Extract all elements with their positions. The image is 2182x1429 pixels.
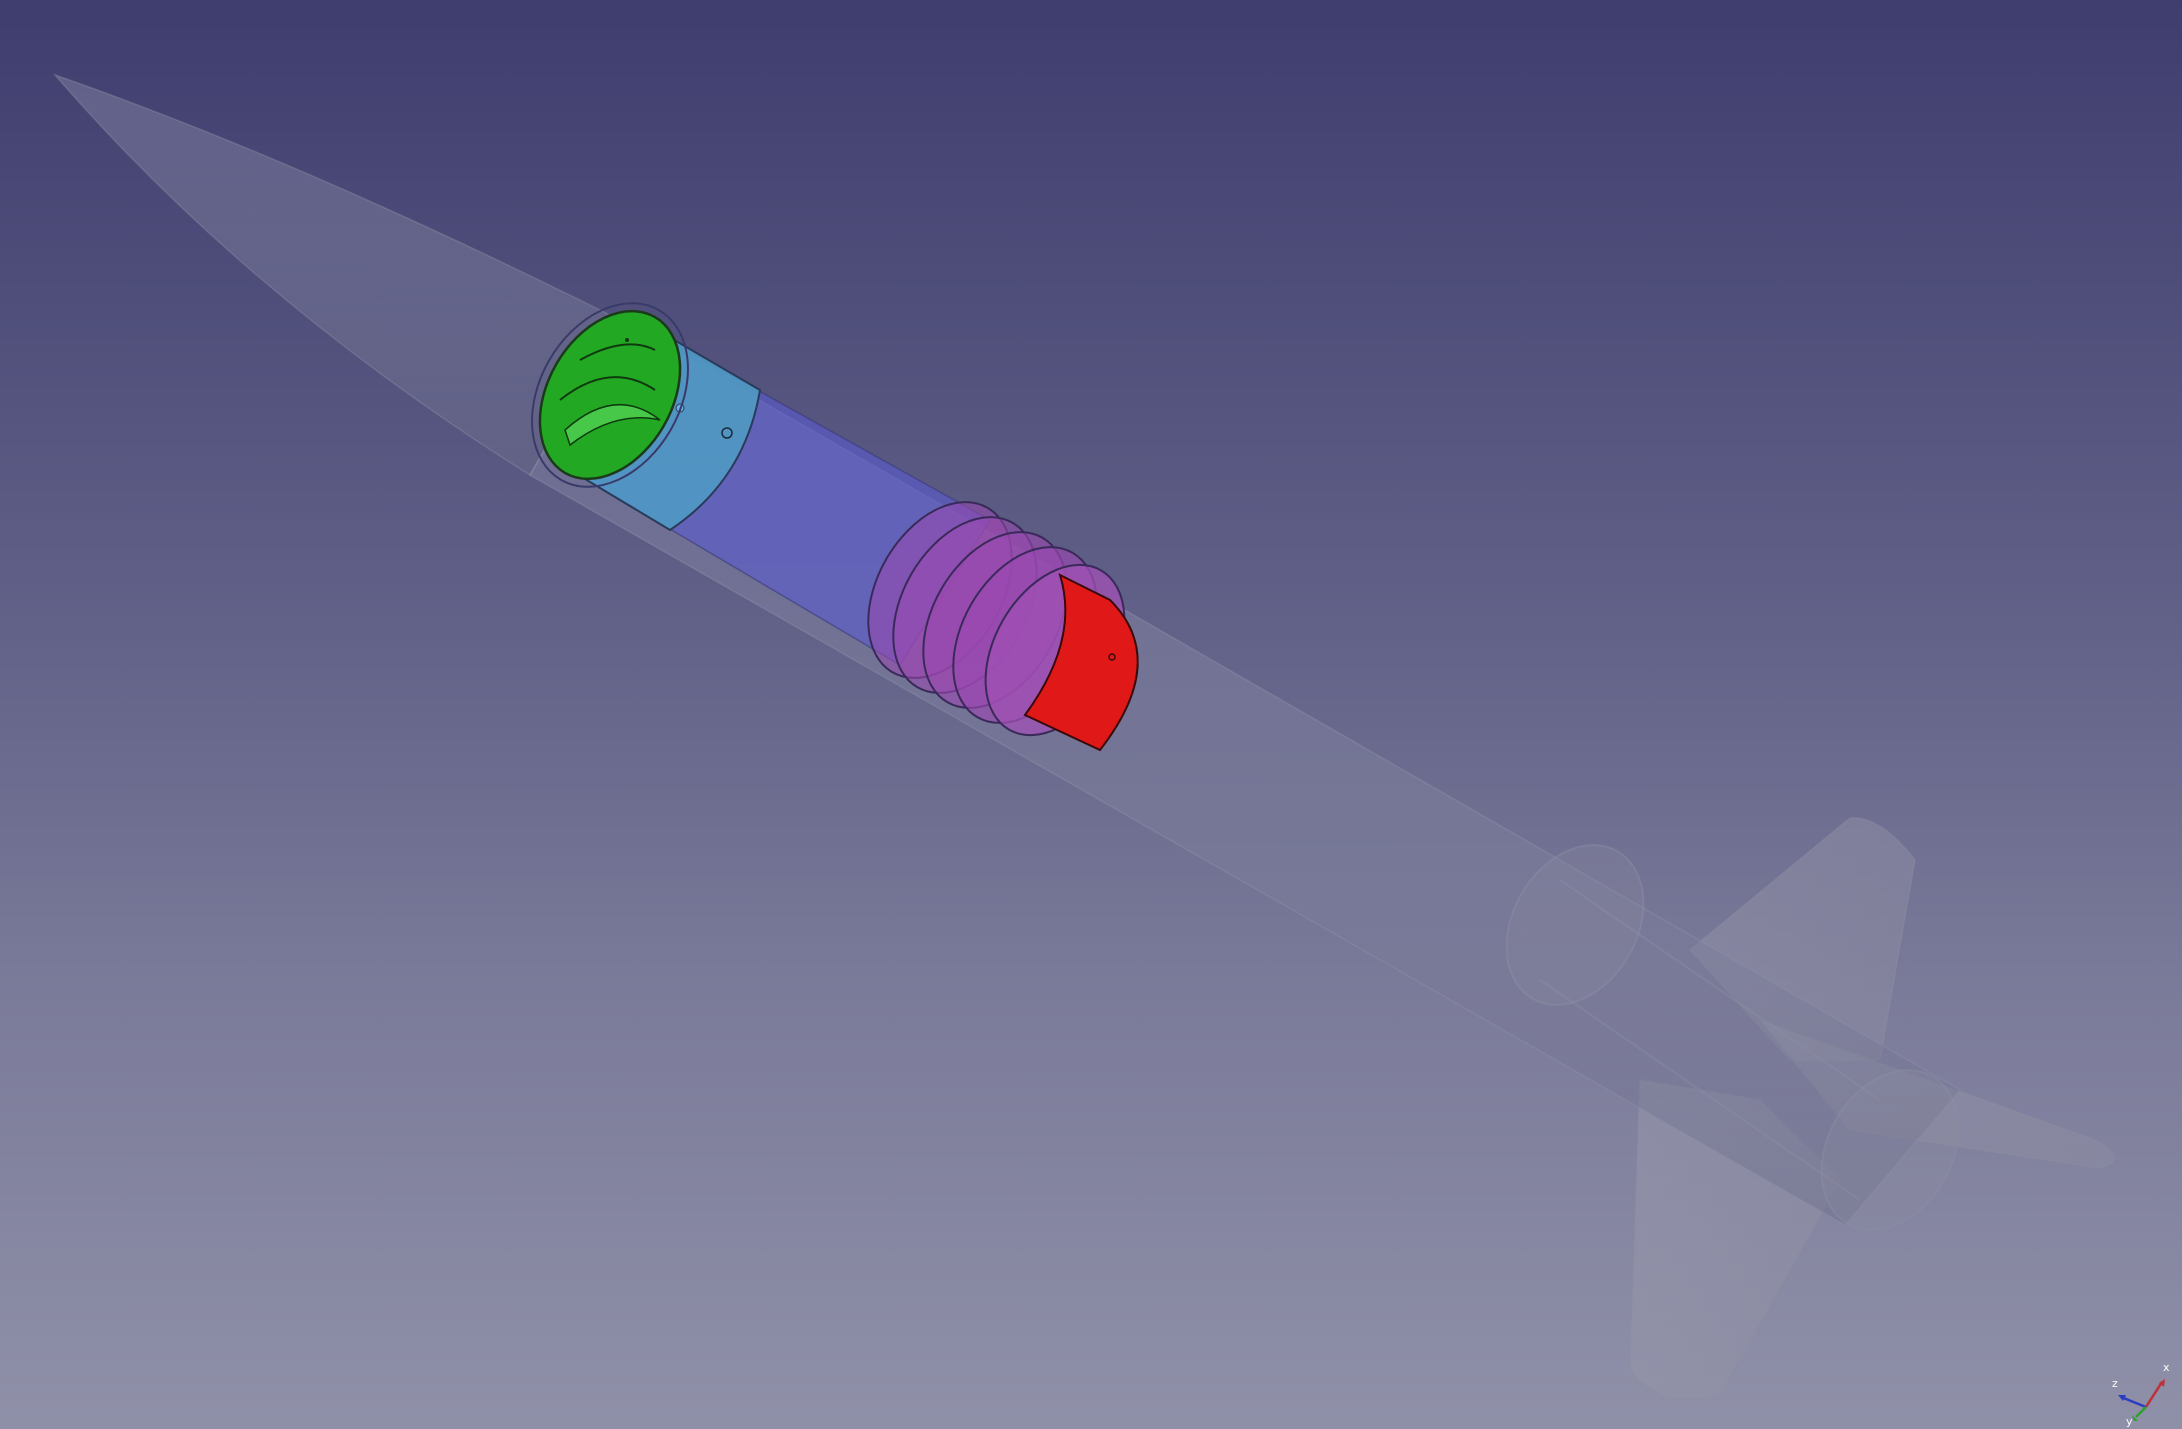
rocket-model-scene[interactable]	[0, 0, 2182, 1429]
z-axis-line	[2120, 1395, 2147, 1409]
x-axis-label: x	[2163, 1361, 2170, 1374]
x-axis-line	[2144, 1381, 2164, 1408]
3d-viewport[interactable]: x z y	[0, 0, 2182, 1429]
y-axis-line	[2135, 1406, 2147, 1418]
nose-cone[interactable]	[52, 73, 622, 477]
axis-triad[interactable]: x z y	[2106, 1357, 2176, 1427]
z-axis-label: z	[2112, 1377, 2118, 1390]
y-axis-label: y	[2126, 1415, 2133, 1427]
